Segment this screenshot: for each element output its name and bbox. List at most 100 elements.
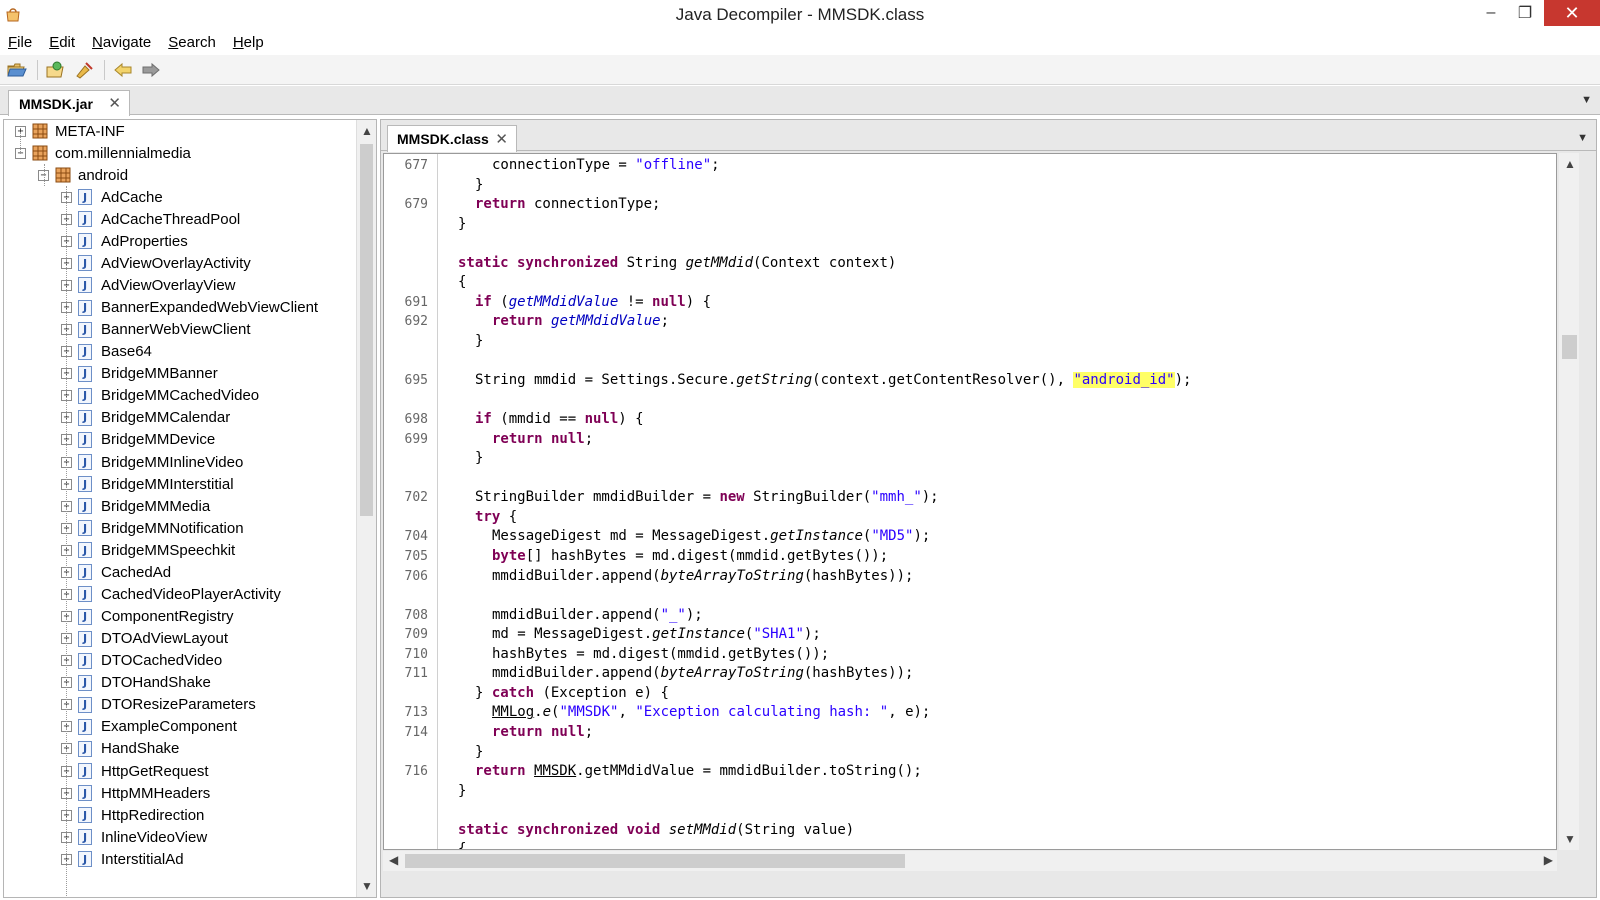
tree-package-meta-inf[interactable]: + META-INF <box>15 120 125 142</box>
open-type-icon[interactable] <box>43 58 69 82</box>
tree-class-bridgemmnotification[interactable]: + J BridgeMMNotification <box>61 517 244 539</box>
tree-vertical-scrollbar[interactable]: ▲ ▼ <box>356 120 376 897</box>
code-text: md = MessageDigest. <box>492 626 653 643</box>
scroll-down-icon[interactable]: ▼ <box>361 879 373 893</box>
tree-class-adviewoverlayview[interactable]: + J AdViewOverlayView <box>61 274 236 296</box>
tree-class-bannerwebviewclient[interactable]: + J BannerWebViewClient <box>61 319 251 341</box>
tree-class-examplecomponent[interactable]: + J ExampleComponent <box>61 716 237 738</box>
tree-class-adcache[interactable]: + J AdCache <box>61 186 163 208</box>
tab-mmsdk-jar[interactable]: MMSDK.jar ✕ <box>8 90 130 116</box>
tree-class-adviewoverlayactivity[interactable]: + J AdViewOverlayActivity <box>61 252 251 274</box>
code-line: { <box>458 841 466 849</box>
code-text: hashBytes = md.digest(mmdid.getBytes()); <box>492 645 830 662</box>
tree-class-interstitialad[interactable]: + J InterstitialAd <box>61 848 184 870</box>
scroll-thumb[interactable] <box>405 854 905 868</box>
code-method-call: getInstance <box>770 528 863 545</box>
class-file-icon: J <box>78 674 92 691</box>
scroll-up-icon[interactable]: ▲ <box>1564 157 1576 171</box>
code-vertical-scrollbar[interactable]: ▲ ▼ <box>1559 153 1579 850</box>
class-file-icon: J <box>78 564 92 581</box>
source-code-view[interactable]: 677 679 691 692 695 698 699 702 704 705 706 708 709 7… <box>383 153 1557 850</box>
code-keyword: static synchronized void <box>458 821 661 838</box>
menu-navigate[interactable]: Navigate <box>92 34 151 51</box>
line-number: 711 <box>404 666 428 682</box>
tab-list-dropdown-icon[interactable]: ▼ <box>1577 132 1588 144</box>
scroll-thumb[interactable] <box>360 144 373 516</box>
tree-class-cachedad[interactable]: + J CachedAd <box>61 561 171 583</box>
open-folder-icon[interactable] <box>4 58 30 82</box>
tree-class-componentregistry[interactable]: + J ComponentRegistry <box>61 606 234 628</box>
close-tab-icon[interactable]: ✕ <box>495 130 508 148</box>
tree-class-bridgemmcachedvideo[interactable]: + J BridgeMMCachedVideo <box>61 385 259 407</box>
code-line: connectionType = "offline"; <box>492 157 720 173</box>
scroll-thumb[interactable] <box>1562 335 1577 359</box>
tab-mmsdk-class[interactable]: MMSDK.class ✕ <box>387 125 517 152</box>
tree-item-label: CachedVideoPlayerActivity <box>101 585 281 603</box>
tree-class-inlinevideoview[interactable]: + J InlineVideoView <box>61 826 207 848</box>
tree-class-bridgemmcalendar[interactable]: + J BridgeMMCalendar <box>61 407 230 429</box>
code-horizontal-scrollbar[interactable]: ◀ ▶ <box>383 851 1557 871</box>
tree-class-httpmmheaders[interactable]: + J HttpMMHeaders <box>61 782 210 804</box>
code-line: mmdidBuilder.append("_"); <box>492 607 703 623</box>
class-file-icon: J <box>78 189 92 206</box>
code-text: ; <box>660 313 670 330</box>
close-tab-icon[interactable]: ✕ <box>108 94 121 112</box>
back-arrow-icon[interactable] <box>110 58 136 82</box>
tree-class-base64[interactable]: + J Base64 <box>61 341 152 363</box>
tree-class-bridgemmdevice[interactable]: + J BridgeMMDevice <box>61 429 215 451</box>
minimize-button[interactable]: – <box>1474 0 1508 26</box>
line-number: 704 <box>404 529 428 545</box>
close-button[interactable]: ✕ <box>1544 0 1600 26</box>
tree-item-label: BridgeMMInterstitial <box>101 475 234 493</box>
tree-class-httpgetrequest[interactable]: + J HttpGetRequest <box>61 760 209 782</box>
code-text: MessageDigest md = MessageDigest. <box>492 528 771 545</box>
tree-class-dtocachedvideo[interactable]: + J DTOCachedVideo <box>61 650 222 672</box>
tree-package-com-millennialmedia[interactable]: − com.millennialmedia <box>15 142 191 164</box>
tree-class-bridgemmmedia[interactable]: + J BridgeMMMedia <box>61 495 210 517</box>
class-file-icon: J <box>78 387 92 404</box>
tree-class-dtoresizeparameters[interactable]: + J DTOResizeParameters <box>61 694 256 716</box>
code-text: .getMMdidValue = mmdidBuilder.toString()… <box>576 763 922 780</box>
class-file-icon: J <box>78 476 92 493</box>
tree-item-label: AdViewOverlayView <box>101 276 236 294</box>
package-icon <box>32 145 48 161</box>
tree-class-adcachethreadpool[interactable]: + J AdCacheThreadPool <box>61 208 240 230</box>
code-text: StringBuilder( <box>744 489 872 506</box>
code-text: } <box>475 332 484 349</box>
menu-edit[interactable]: Edit <box>49 34 75 51</box>
tree-class-httpredirection[interactable]: + J HttpRedirection <box>61 804 204 826</box>
toolbar <box>0 55 1600 85</box>
class-file-icon: J <box>78 321 92 338</box>
tree-class-cachedvideoplayeractivity[interactable]: + J CachedVideoPlayerActivity <box>61 583 281 605</box>
code-text: , <box>618 704 636 721</box>
forward-arrow-icon[interactable] <box>138 58 164 82</box>
tree-package-android[interactable]: − android <box>38 164 128 186</box>
tree-class-handshake[interactable]: + J HandShake <box>61 738 179 760</box>
menu-file[interactable]: File <box>8 34 32 51</box>
scroll-left-icon[interactable]: ◀ <box>389 853 398 867</box>
tree-class-dtohandshake[interactable]: + J DTOHandShake <box>61 672 211 694</box>
code-field: getMMdidValue <box>508 293 619 310</box>
menu-search[interactable]: Search <box>168 34 216 51</box>
menu-help[interactable]: Help <box>233 34 264 51</box>
tree-class-bridgemmbanner[interactable]: + J BridgeMMBanner <box>61 363 218 385</box>
code-line: MessageDigest md = MessageDigest.getInst… <box>492 528 930 544</box>
scroll-down-icon[interactable]: ▼ <box>1564 832 1576 846</box>
maximize-button[interactable]: ❐ <box>1508 0 1542 26</box>
tree-class-bridgemminterstitial[interactable]: + J BridgeMMInterstitial <box>61 473 234 495</box>
tree-item-label: InlineVideoView <box>101 828 208 846</box>
code-text: mmdidBuilder.append( <box>492 567 661 584</box>
tree-class-bridgemminlinevideo[interactable]: + J BridgeMMInlineVideo <box>61 451 243 473</box>
code-string: "mmh_" <box>871 489 922 506</box>
scroll-right-icon[interactable]: ▶ <box>1544 853 1553 867</box>
tab-list-dropdown-icon[interactable]: ▼ <box>1581 94 1592 106</box>
code-text: , e); <box>888 704 931 721</box>
search-icon[interactable] <box>71 58 97 82</box>
scroll-up-icon[interactable]: ▲ <box>361 124 373 138</box>
tree-class-dtoadviewlayout[interactable]: + J DTOAdViewLayout <box>61 628 228 650</box>
tree-class-bridgemmspeechkit[interactable]: + J BridgeMMSpeechkit <box>61 539 235 561</box>
tree-class-bannerexpandedwebviewclient[interactable]: + J BannerExpandedWebViewClient <box>61 297 318 319</box>
tree-guide-line <box>44 164 45 186</box>
code-keyword: return <box>475 196 526 213</box>
tree-class-adproperties[interactable]: + J AdProperties <box>61 230 188 252</box>
